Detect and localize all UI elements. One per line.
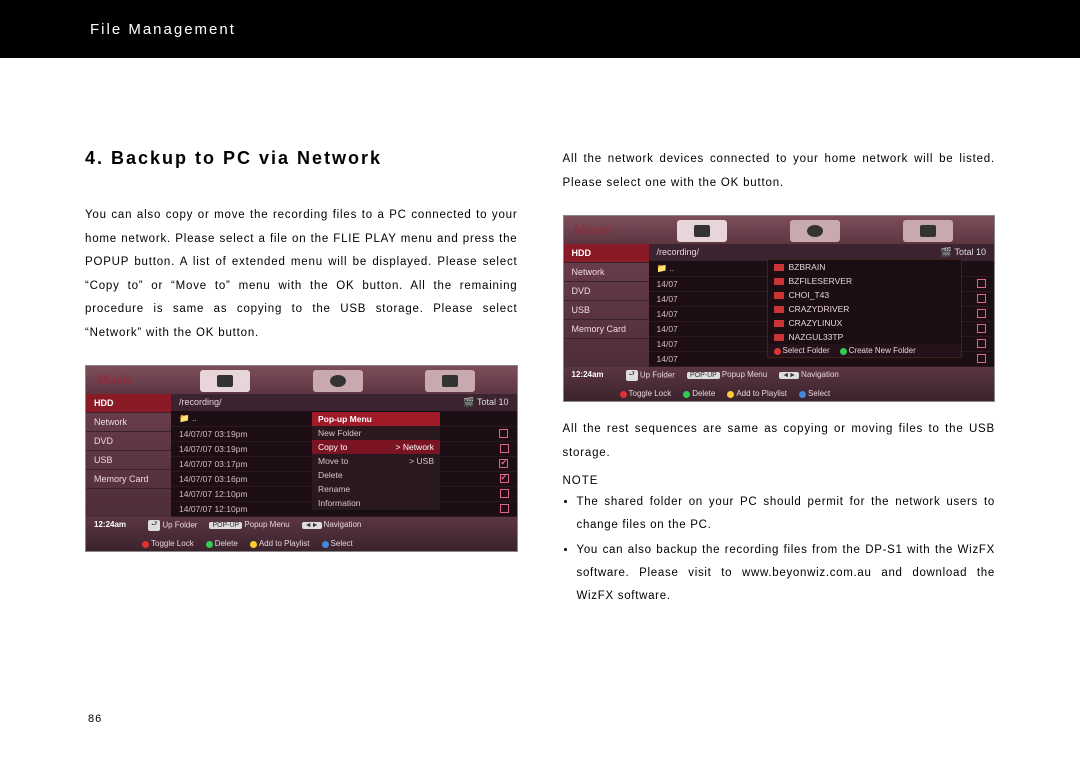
folder-up-icon: 📁 .. [657,263,675,274]
tab-music-icon [790,220,840,242]
sidebar-usb: USB [86,451,171,470]
page-number: 86 [88,713,102,725]
note-item: The shared folder on your PC should perm… [577,491,996,537]
left-column: 4. Backup to PC via Network You can also… [85,148,518,610]
folder-up-icon: 📁 .. [179,413,197,424]
screenshot-popup-menu: Movie HDD Network DVD USB Memory Card [85,365,518,552]
tab-photo-icon [903,220,953,242]
right-paragraph-1: All the network devices connected to you… [563,148,996,195]
tab-movie-icon [677,220,727,242]
sidebar-memcard: Memory Card [564,320,649,339]
sidebar-memcard: Memory Card [86,470,171,489]
popup-title: Pop-up Menu [312,412,440,426]
sidebar-network: Network [564,263,649,282]
sidebar-network: Network [86,413,171,432]
section-heading: 4. Backup to PC via Network [85,148,518,169]
note-item: You can also backup the recording files … [577,539,996,608]
note-heading: NOTE [563,475,996,487]
tab-movie-icon [200,370,250,392]
sidebar-hdd: HDD [86,394,171,413]
popup-menu: Pop-up Menu New Folder Copy to> Network … [311,411,441,511]
network-device-list: BZBRAIN BZFILESERVER CHOI_T43 CRAZYDRIVE… [767,259,962,358]
header-bar: File Management [0,0,1080,58]
sidebar-usb: USB [564,301,649,320]
right-column: All the network devices connected to you… [563,148,996,610]
path-label: /recording/ [179,397,222,408]
movie-label: Movie [96,373,133,389]
movie-label: Movie [574,223,611,239]
sidebar-hdd: HDD [564,244,649,263]
screenshot-network-list: Movie HDD Network DVD USB Memory Card [563,215,996,402]
total-label: 🎬 Total 10 [941,247,986,258]
time-label: 12:24am [572,370,604,381]
popup-copyto: Copy to> Network [312,440,440,454]
sidebar-dvd: DVD [564,282,649,301]
header-title: File Management [90,21,236,38]
left-paragraph: You can also copy or move the recording … [85,204,518,345]
tab-photo-icon [425,370,475,392]
right-paragraph-2: All the rest sequences are same as copyi… [563,418,996,465]
sidebar-dvd: DVD [86,432,171,451]
time-label: 12:24am [94,520,126,531]
tab-music-icon [313,370,363,392]
path-label: /recording/ [657,247,700,258]
total-label: 🎬 Total 10 [463,397,508,408]
